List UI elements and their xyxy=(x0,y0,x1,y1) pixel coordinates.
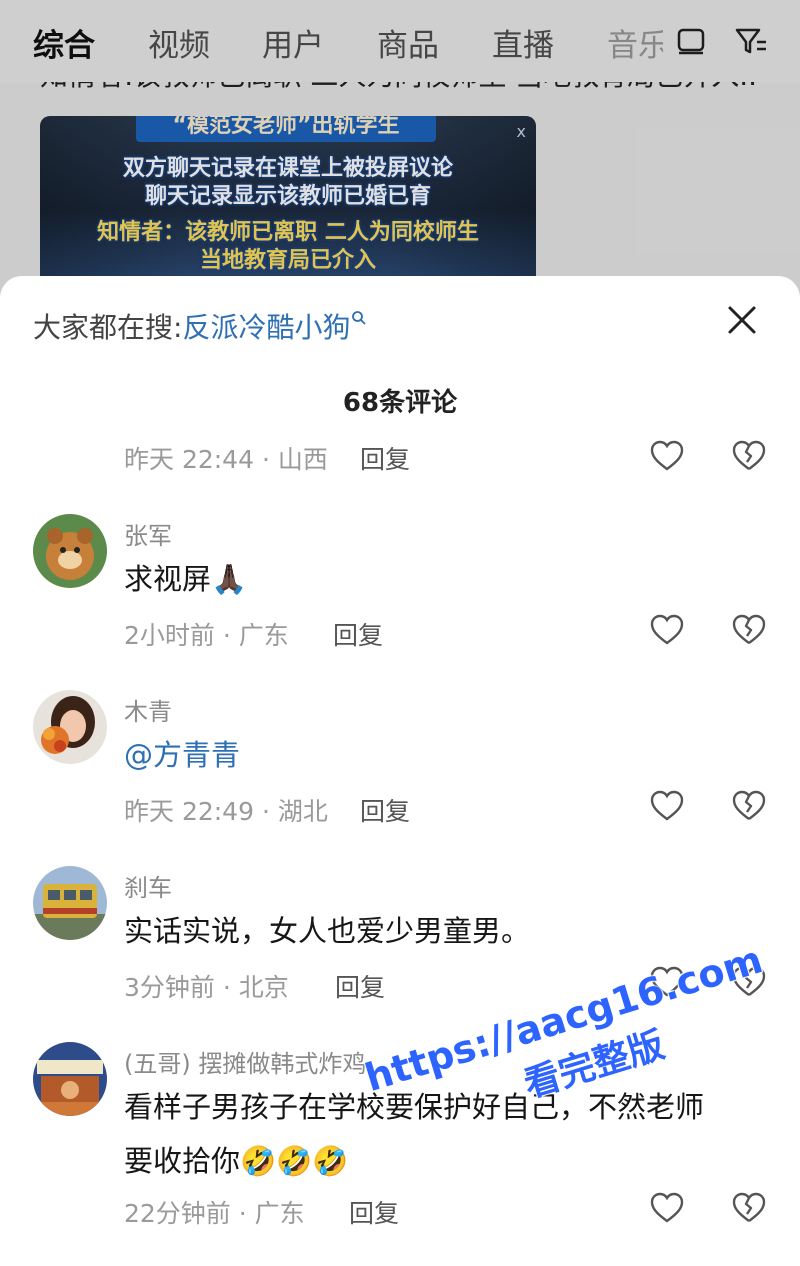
search-icon xyxy=(352,311,367,325)
trending-search-label: 大家都在搜: xyxy=(33,311,183,344)
comment-meta: 22分钟前 · 广东 xyxy=(124,1199,305,1228)
comment-mention-text[interactable]: @方青青 xyxy=(124,730,240,780)
reply-button[interactable]: 回复 xyxy=(360,792,410,828)
heart-icon[interactable] xyxy=(650,440,684,472)
close-icon[interactable] xyxy=(726,304,758,336)
broken-heart-icon[interactable] xyxy=(732,790,766,822)
reply-button[interactable]: 回复 xyxy=(333,616,383,652)
comment-meta: 昨天 22:44 · 山西 xyxy=(124,445,328,474)
trending-search[interactable]: 大家都在搜:反派冷酷小狗 xyxy=(33,306,367,346)
heart-icon[interactable] xyxy=(650,1192,684,1224)
comment-meta: 昨天 22:49 · 湖北 xyxy=(124,797,328,826)
comment-meta: 2小时前 · 广东 xyxy=(124,621,289,650)
comment-count-title: 68条评论 xyxy=(342,388,458,418)
avatar[interactable] xyxy=(33,514,107,588)
comment-sheet: 大家都在搜:反派冷酷小狗 68条评论 昨天 22:44 · 山西 回复 张军 求… xyxy=(0,276,800,1266)
comment-text: 实话实说，女人也爱少男童男。 xyxy=(124,914,531,948)
heart-icon[interactable] xyxy=(650,790,684,822)
background-page: 知情者:该教师已离职 二人为同校师生 当地教育局已介入... “模范女老师”出轨… xyxy=(0,0,800,300)
reply-button[interactable]: 回复 xyxy=(349,1194,399,1230)
comment-text: 看样子男孩子在学校要保护好自己，不然老师 xyxy=(124,1090,705,1124)
avatar[interactable] xyxy=(33,690,107,764)
heart-icon[interactable] xyxy=(650,614,684,646)
comment-author[interactable]: (五哥) 摆摊做韩式炸鸡 xyxy=(124,1044,366,1079)
broken-heart-icon[interactable] xyxy=(732,1192,766,1224)
avatar[interactable] xyxy=(33,866,107,940)
broken-heart-icon[interactable] xyxy=(732,440,766,472)
comment-author[interactable]: 木青 xyxy=(124,692,172,727)
comment-meta: 3分钟前 · 北京 xyxy=(124,973,289,1002)
avatar[interactable] xyxy=(33,1042,107,1116)
background-dim-overlay xyxy=(0,0,800,300)
broken-heart-icon[interactable] xyxy=(732,614,766,646)
comment-text-line-2: 要收拾你🤣🤣🤣 xyxy=(124,1144,349,1178)
trending-search-term[interactable]: 反派冷酷小狗 xyxy=(182,311,350,344)
reply-button[interactable]: 回复 xyxy=(335,968,385,1004)
comment-author[interactable]: 刹车 xyxy=(124,868,172,903)
reply-button[interactable]: 回复 xyxy=(360,440,410,476)
comment-text: 求视屏🙏🏿 xyxy=(124,562,248,596)
comment-author[interactable]: 张军 xyxy=(124,516,172,551)
